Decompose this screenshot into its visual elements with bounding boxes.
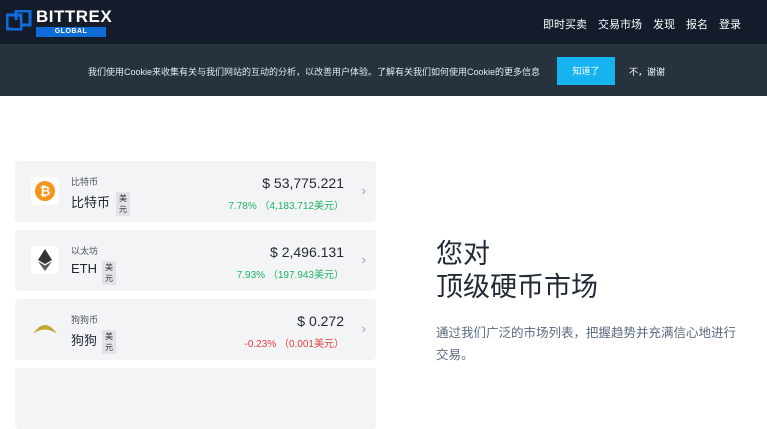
- hero-title-line2: 顶级硬币市场: [436, 272, 598, 302]
- bittrex-logo[interactable]: BITTREX GLOBAL: [6, 8, 112, 37]
- logo-subtitle: GLOBAL: [36, 27, 106, 37]
- coin-subtitle: 比特币: [71, 177, 99, 187]
- nav-log-in[interactable]: 登录: [719, 16, 741, 32]
- coin-change: 7.78% （4,183.712美元）: [228, 201, 344, 212]
- nav-markets[interactable]: 交易市场: [598, 16, 642, 32]
- currency-unit-badge: 美元: [102, 330, 116, 354]
- bittrex-logo-icon: [6, 9, 32, 30]
- hero-title-line1: 您对: [436, 239, 490, 269]
- hero-description: 通过我们广泛的市场列表，把握趋势并充满信心地进行交易。: [436, 326, 737, 362]
- top-navbar: BITTREX GLOBAL 即时买卖 交易市场 发现 报名 登录: [0, 0, 767, 44]
- cookie-decline-link[interactable]: 不，谢谢: [629, 65, 665, 78]
- nav-sign-up[interactable]: 报名: [686, 16, 708, 32]
- coin-card-partial[interactable]: [15, 368, 376, 429]
- coin-subtitle: 以太坊: [71, 246, 99, 256]
- nav-instant-buy-sell[interactable]: 即时买卖: [543, 16, 587, 32]
- bitcoin-icon: ₿: [31, 177, 59, 205]
- cookie-message: 我们使用Cookie来收集有关与我们网站的互动的分析，以改善用户体验。了解有关我…: [88, 67, 541, 77]
- logo-wordmark: BITTREX: [36, 7, 113, 26]
- chevron-right-icon: ›: [361, 252, 366, 267]
- coin-name: ETH: [71, 261, 97, 276]
- coin-card-ethereum[interactable]: 以太坊 ETH 美元 $ 2,496.131 7.93% （197.943美元）…: [15, 230, 376, 291]
- coin-change: 7.93% （197.943美元）: [236, 270, 344, 281]
- main-nav: 即时买卖 交易市场 发现 报名 登录: [543, 16, 741, 32]
- hero-title: 您对 顶级硬币市场: [436, 238, 598, 304]
- coin-subtitle: 狗狗币: [71, 315, 99, 325]
- cookie-accept-button[interactable]: 知道了: [557, 57, 615, 85]
- nav-discover[interactable]: 发现: [653, 16, 675, 32]
- coin-card-bitcoin[interactable]: ₿ 比特币 比特币 美元 $ 53,775.221 7.78% （4,183.7…: [15, 161, 376, 222]
- currency-unit-badge: 美元: [102, 261, 116, 285]
- coin-name: 狗狗: [71, 333, 98, 348]
- coin-change: -0.23% （0.001美元）: [244, 339, 345, 350]
- coin-name: 比特币: [71, 195, 111, 210]
- chevron-right-icon: ›: [361, 321, 366, 336]
- cookie-banner: 我们使用Cookie来收集有关与我们网站的互动的分析，以改善用户体验。了解有关我…: [0, 44, 767, 96]
- coin-price: $ 0.272: [297, 313, 344, 329]
- coin-price: $ 53,775.221: [262, 175, 344, 191]
- ethereum-icon: [31, 246, 59, 274]
- coin-price: $ 2,496.131: [270, 244, 344, 260]
- svg-text:₿: ₿: [40, 185, 51, 200]
- currency-unit-badge: 美元: [116, 192, 130, 216]
- chevron-right-icon: ›: [361, 183, 366, 198]
- coin-card-dogecoin[interactable]: 狗狗币 狗狗 美元 $ 0.272 -0.23% （0.001美元） ›: [15, 299, 376, 360]
- dogecoin-icon: [31, 315, 59, 343]
